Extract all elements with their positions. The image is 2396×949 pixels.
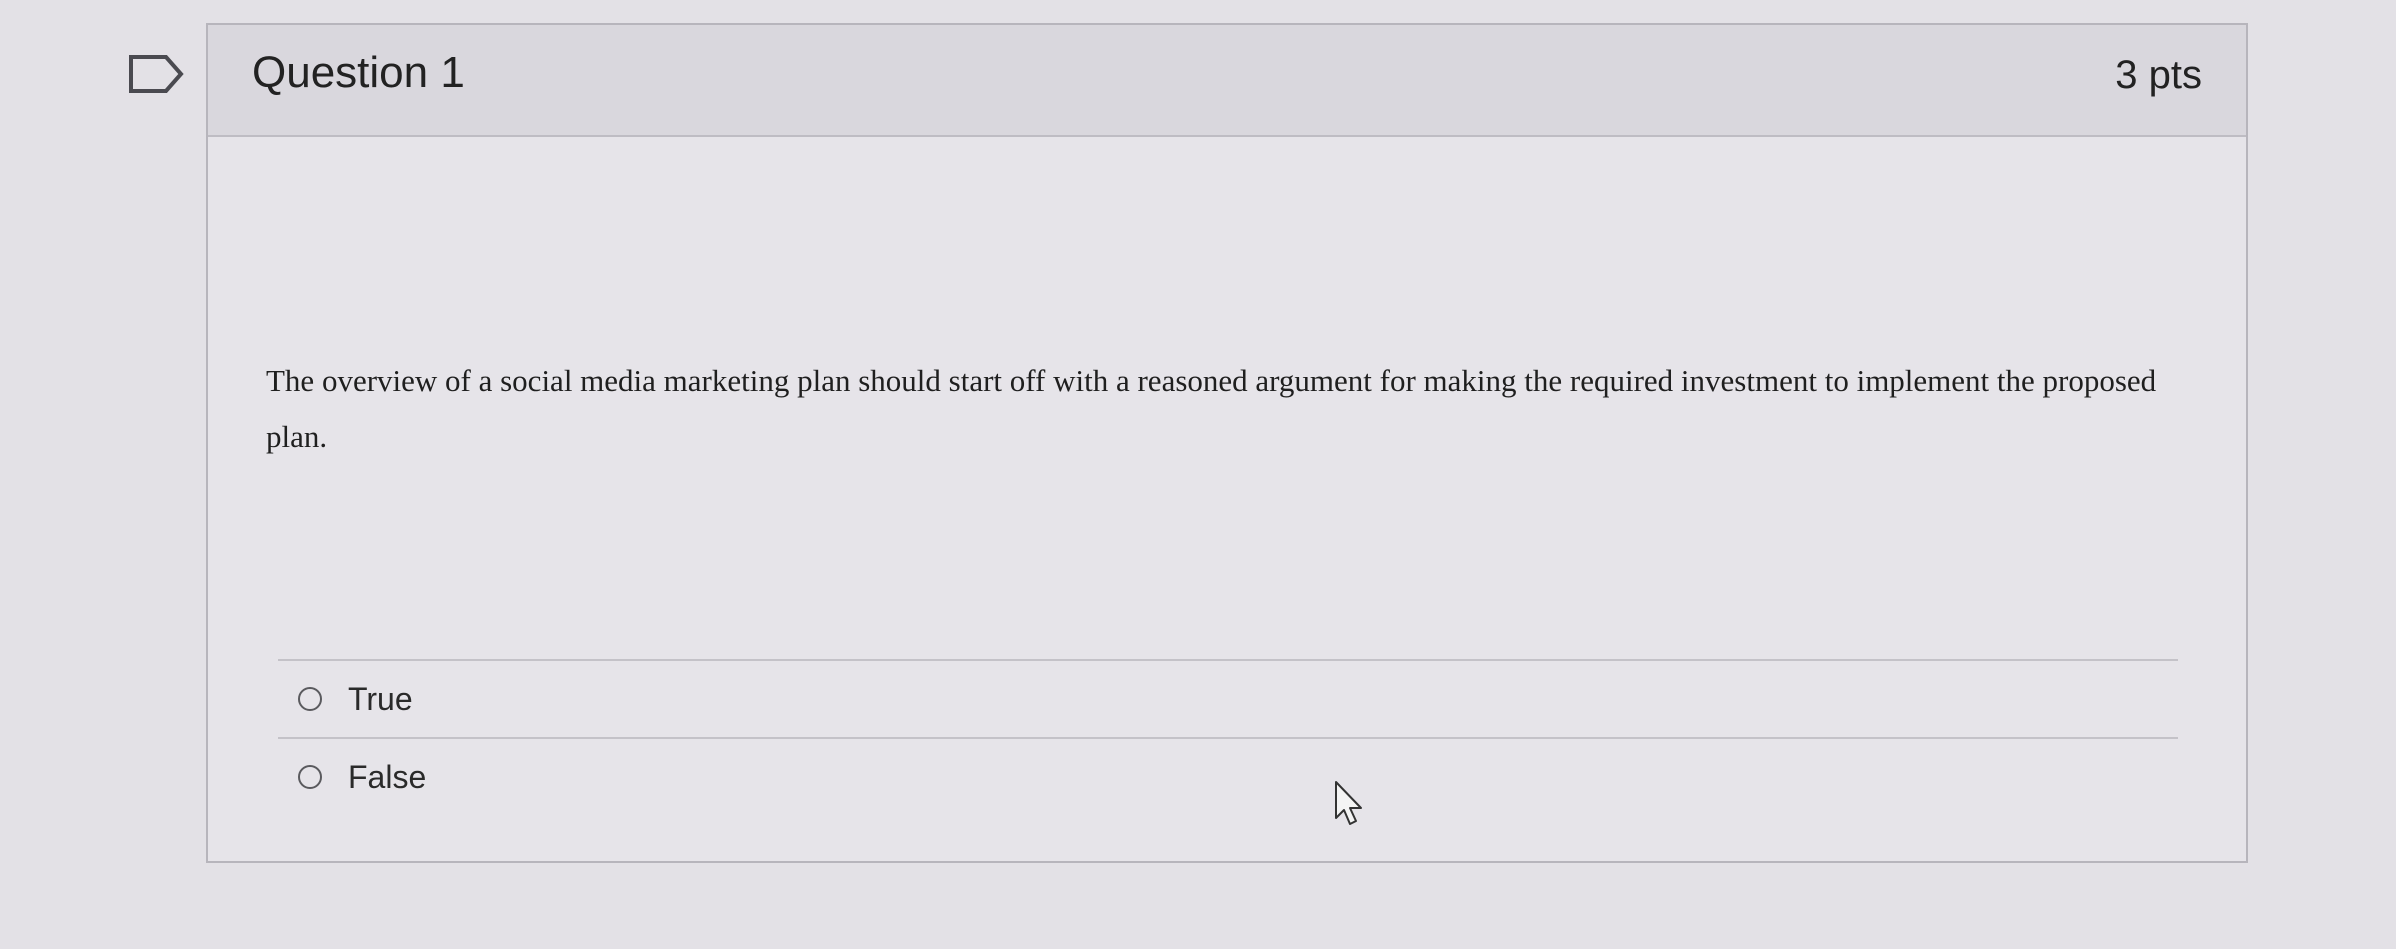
- question-card: Question 1 3 pts The overview of a socia…: [206, 23, 2248, 863]
- radio-true[interactable]: [298, 687, 322, 711]
- question-text: The overview of a social media marketing…: [266, 363, 2157, 454]
- answer-label-true[interactable]: True: [348, 681, 413, 718]
- question-header: Question 1 3 pts: [208, 25, 2246, 137]
- answer-list: True False: [278, 659, 2178, 815]
- answer-option-true[interactable]: True: [278, 659, 2178, 737]
- question-title: Question 1: [252, 48, 465, 97]
- radio-false[interactable]: [298, 765, 322, 789]
- answer-option-false[interactable]: False: [278, 737, 2178, 815]
- question-points: 3 pts: [2115, 53, 2202, 97]
- mouse-pointer-icon: [1335, 781, 1362, 825]
- flag-bookmark-icon[interactable]: [128, 54, 184, 94]
- answer-label-false[interactable]: False: [348, 759, 426, 796]
